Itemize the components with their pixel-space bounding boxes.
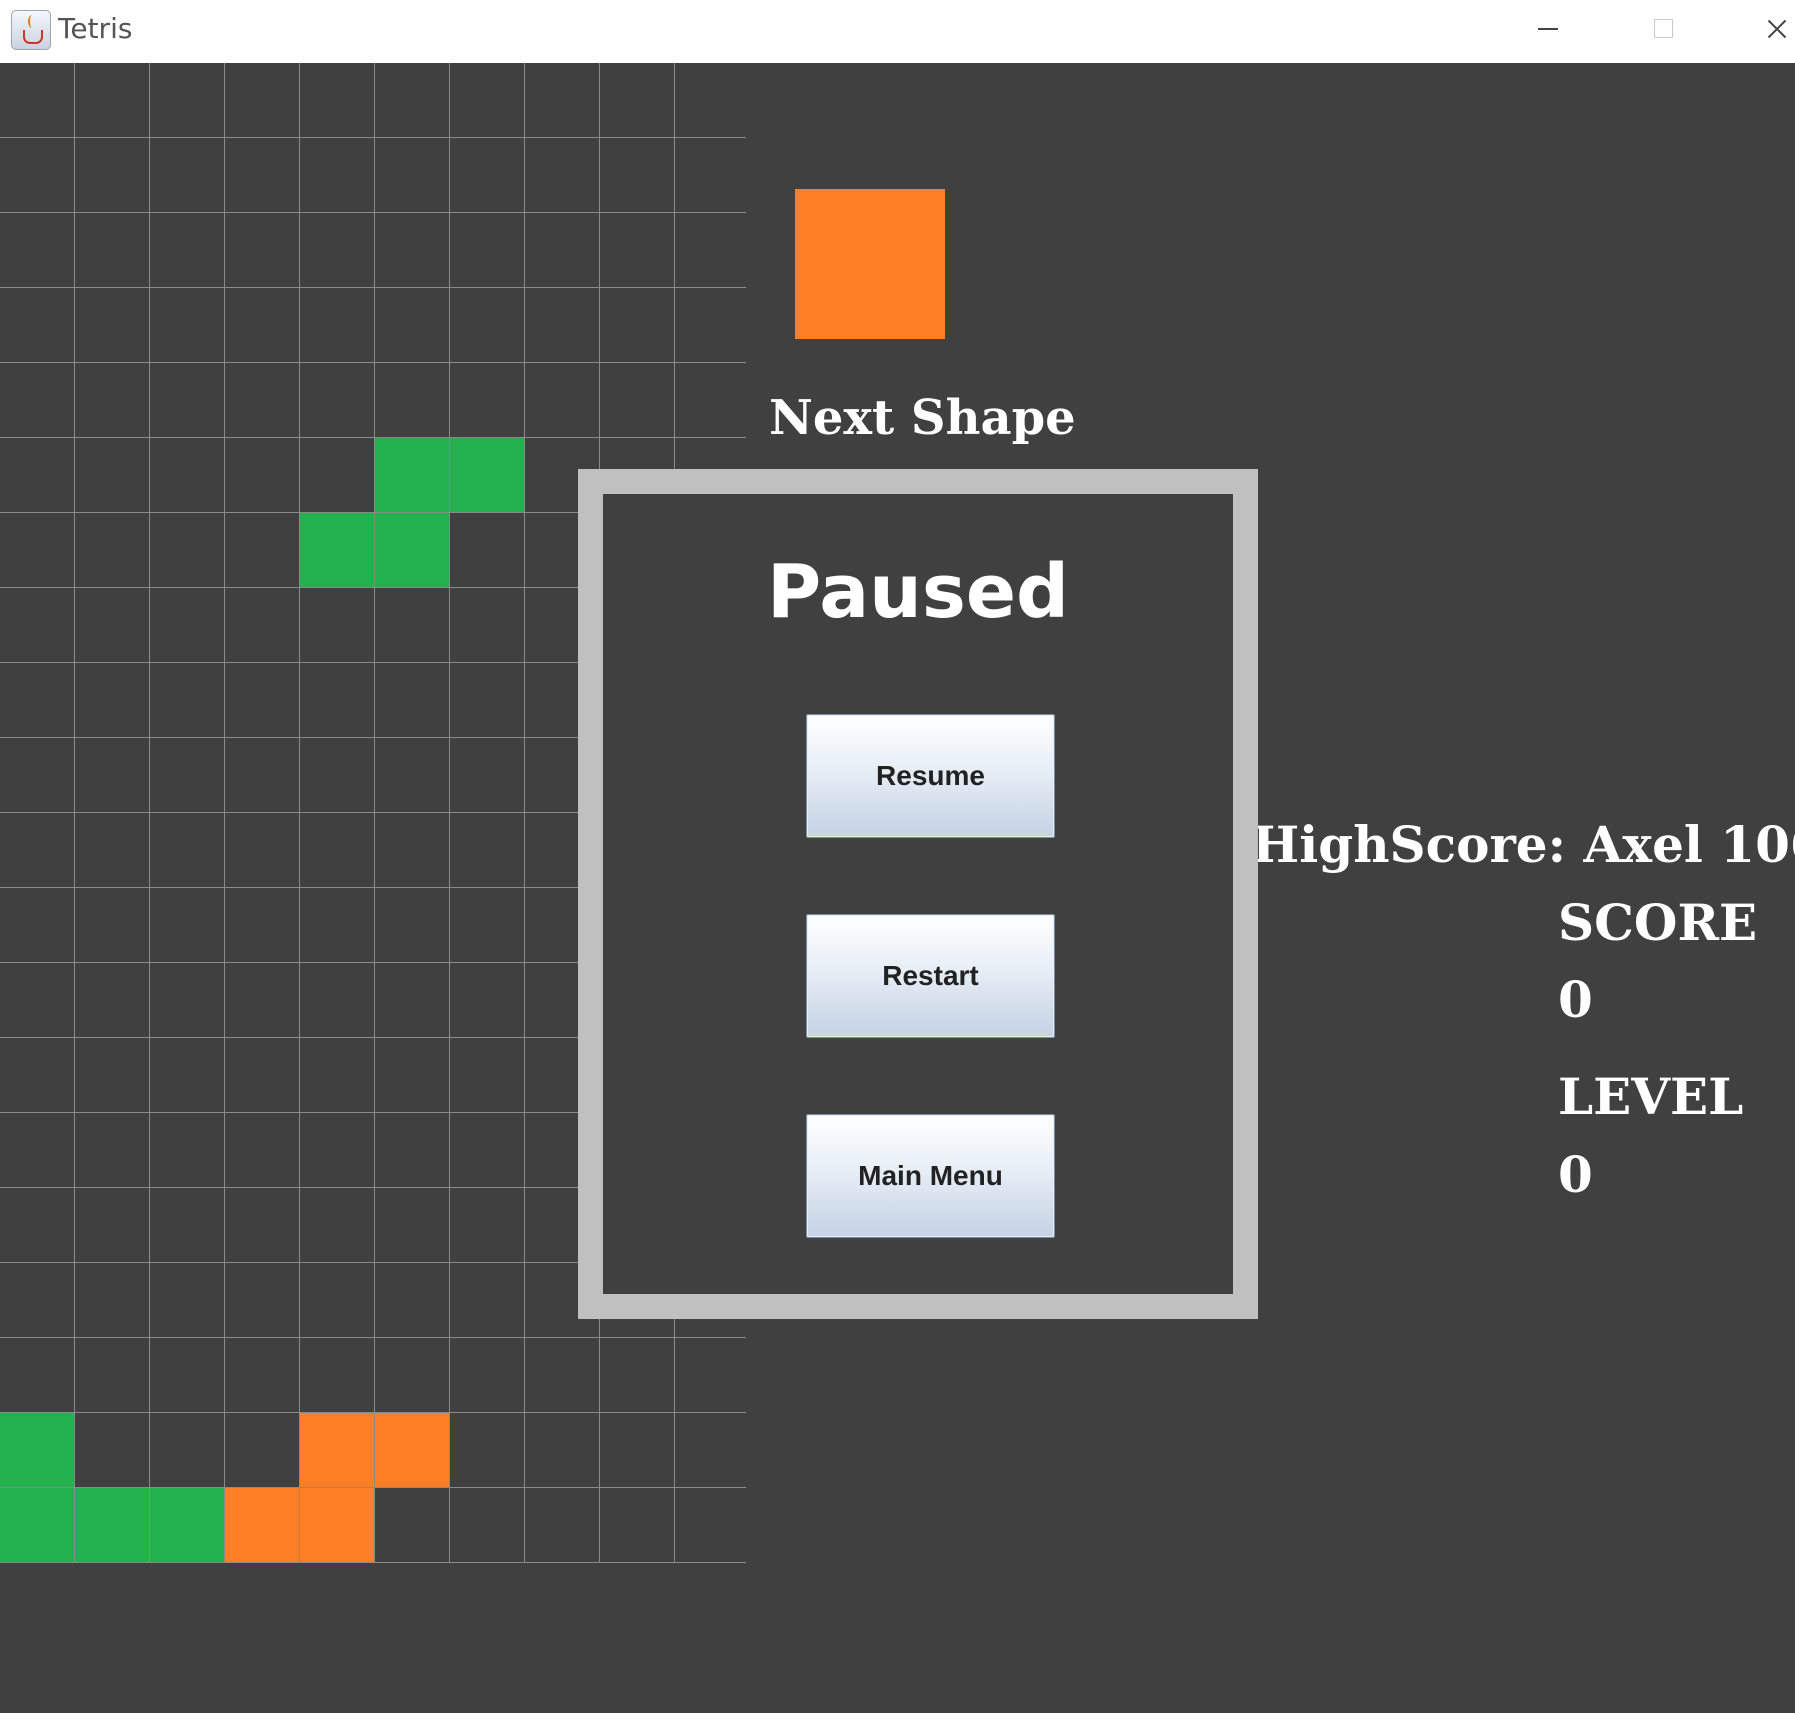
score-value: 0 [1558,970,1593,1029]
board-block [75,1488,150,1563]
board-block [0,1413,75,1488]
level-value: 0 [1558,1145,1593,1204]
close-icon[interactable] [1740,0,1795,63]
score-label: SCORE [1558,893,1758,952]
highscore-text: HighScore: Axel 1060 [1252,815,1795,874]
pause-title: Paused [766,549,1070,635]
board-block [300,1413,375,1488]
next-shape-label: Next Shape [769,390,1076,446]
board-block [450,438,525,513]
java-cup-icon[interactable] [11,10,51,50]
board-block [300,1488,375,1563]
level-label: LEVEL [1558,1067,1744,1126]
pause-dialog: Paused Resume Restart Main Menu [578,469,1258,1319]
board-block [375,513,450,588]
minimize-icon[interactable] [1500,0,1590,63]
board-block [375,438,450,513]
board-block [375,1413,450,1488]
board-block [225,1488,300,1563]
board-block [0,1488,75,1563]
maximize-icon[interactable] [1617,0,1707,63]
title-bar: Tetris [0,0,1795,63]
board-block [300,513,375,588]
main-menu-button[interactable]: Main Menu [806,1114,1055,1238]
restart-button[interactable]: Restart [806,914,1055,1038]
resume-button[interactable]: Resume [806,714,1055,838]
next-shape-preview [795,189,945,339]
window-title: Tetris [58,12,133,45]
board-block [150,1488,225,1563]
